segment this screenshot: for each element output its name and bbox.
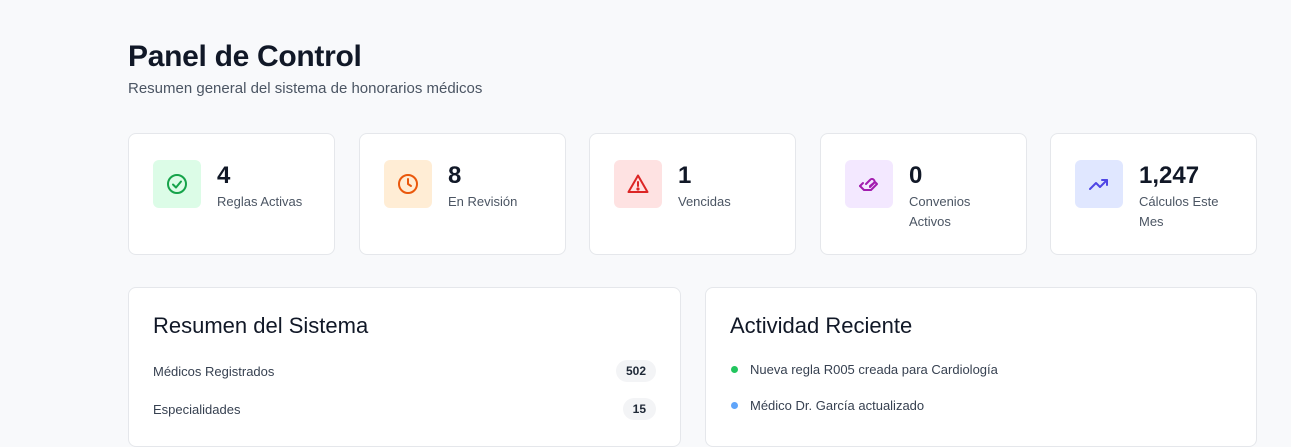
summary-label: Especialidades bbox=[153, 402, 241, 417]
stat-label: Reglas Activas bbox=[217, 194, 303, 209]
stat-label: Convenios Activos bbox=[909, 194, 971, 229]
stat-value: 0 bbox=[909, 162, 923, 189]
system-summary-panel: Resumen del Sistema Médicos Registrados … bbox=[128, 287, 681, 447]
stat-card-in-review[interactable]: 8 En Revisión bbox=[359, 133, 566, 255]
clock-icon bbox=[384, 160, 432, 208]
panel-title: Resumen del Sistema bbox=[153, 313, 369, 338]
stat-card-expired[interactable]: 1 Vencidas bbox=[589, 133, 796, 255]
summary-row: Especialidades 15 bbox=[153, 398, 656, 422]
status-dot bbox=[731, 402, 738, 409]
activity-item: Médico Dr. García actualizado bbox=[730, 396, 1232, 416]
summary-row: Médicos Registrados 502 bbox=[153, 360, 656, 384]
activity-text: Nueva regla R005 creada para Cardiología bbox=[750, 362, 998, 377]
stat-value: 8 bbox=[448, 162, 462, 189]
status-dot bbox=[731, 366, 738, 373]
page-title: Panel de Control bbox=[128, 40, 362, 73]
check-circle-icon bbox=[153, 160, 201, 208]
activity-text: Médico Dr. García actualizado bbox=[750, 398, 925, 413]
trending-up-icon bbox=[1075, 160, 1123, 208]
panel-title: Actividad Reciente bbox=[730, 313, 913, 338]
stat-value: 1 bbox=[678, 162, 692, 189]
count-badge: 15 bbox=[622, 398, 656, 420]
stat-card-monthly-calculations[interactable]: 1,247 Cálculos Este Mes bbox=[1050, 133, 1257, 255]
stat-label: Vencidas bbox=[678, 194, 731, 209]
stats-row: 4 Reglas Activas 8 En Revisión 1 Vencida… bbox=[128, 133, 1257, 255]
stat-card-active-agreements[interactable]: 0 Convenios Activos bbox=[820, 133, 1027, 255]
stat-label: En Revisión bbox=[448, 194, 518, 209]
page-subtitle: Resumen general del sistema de honorario… bbox=[128, 80, 483, 97]
recent-activity-panel: Actividad Reciente Nueva regla R005 crea… bbox=[705, 287, 1257, 447]
stat-card-active-rules[interactable]: 4 Reglas Activas bbox=[128, 133, 335, 255]
alert-triangle-icon bbox=[614, 160, 662, 208]
stat-value: 4 bbox=[217, 162, 231, 189]
summary-label: Médicos Registrados bbox=[153, 364, 275, 379]
count-badge: 502 bbox=[615, 360, 656, 382]
stat-value: 1,247 bbox=[1139, 162, 1200, 189]
stat-label: Cálculos Este Mes bbox=[1139, 194, 1219, 229]
activity-item: Nueva regla R005 creada para Cardiología bbox=[730, 360, 1232, 380]
handshake-icon bbox=[845, 160, 893, 208]
